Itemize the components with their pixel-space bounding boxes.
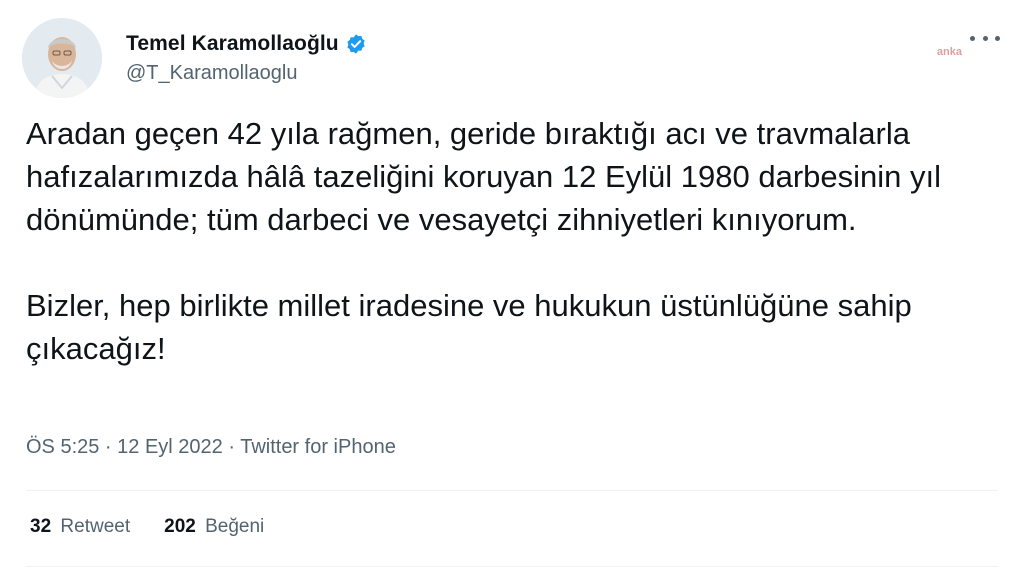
- profile-photo: [22, 18, 102, 98]
- like-label: Beğeni: [205, 516, 265, 537]
- watermark-logo: anka: [936, 46, 962, 58]
- name-row: Temel Karamollaoğlu: [126, 32, 367, 56]
- tweet-header: Temel Karamollaoğlu @T_Karamollaoglu: [22, 18, 367, 98]
- avatar[interactable]: [22, 18, 102, 98]
- dot: [970, 35, 975, 41]
- more-options-icon[interactable]: [970, 28, 1000, 48]
- user-handle[interactable]: @T_Karamollaoglu: [126, 62, 367, 85]
- tweet-card: Temel Karamollaoğlu @T_Karamollaoglu ank…: [0, 0, 1024, 576]
- retweet-count: 32: [30, 516, 52, 537]
- like-stat[interactable]: 202 Beğeni: [164, 516, 264, 538]
- tweet-paragraph: Aradan geçen 42 yıla rağmen, geride bıra…: [26, 116, 942, 237]
- like-count: 202: [164, 516, 196, 537]
- tweet-text: Aradan geçen 42 yıla rağmen, geride bıra…: [26, 112, 986, 370]
- dot: [995, 35, 1000, 41]
- display-name[interactable]: Temel Karamollaoğlu: [126, 32, 339, 56]
- retweet-label: Retweet: [60, 516, 131, 537]
- divider: [26, 490, 998, 491]
- divider: [26, 566, 998, 567]
- tweet-timestamp[interactable]: ÖS 5:25 · 12 Eyl 2022 · Twitter for iPho…: [26, 436, 396, 459]
- user-info: Temel Karamollaoğlu @T_Karamollaoglu: [126, 32, 367, 85]
- dot: [982, 35, 988, 41]
- retweet-stat[interactable]: 32 Retweet: [30, 516, 130, 538]
- tweet-paragraph: Bizler, hep birlikte millet iradesine ve…: [26, 288, 912, 366]
- tweet-stats: 32 Retweet 202 Beğeni: [30, 516, 298, 538]
- verified-badge-icon: [345, 33, 367, 55]
